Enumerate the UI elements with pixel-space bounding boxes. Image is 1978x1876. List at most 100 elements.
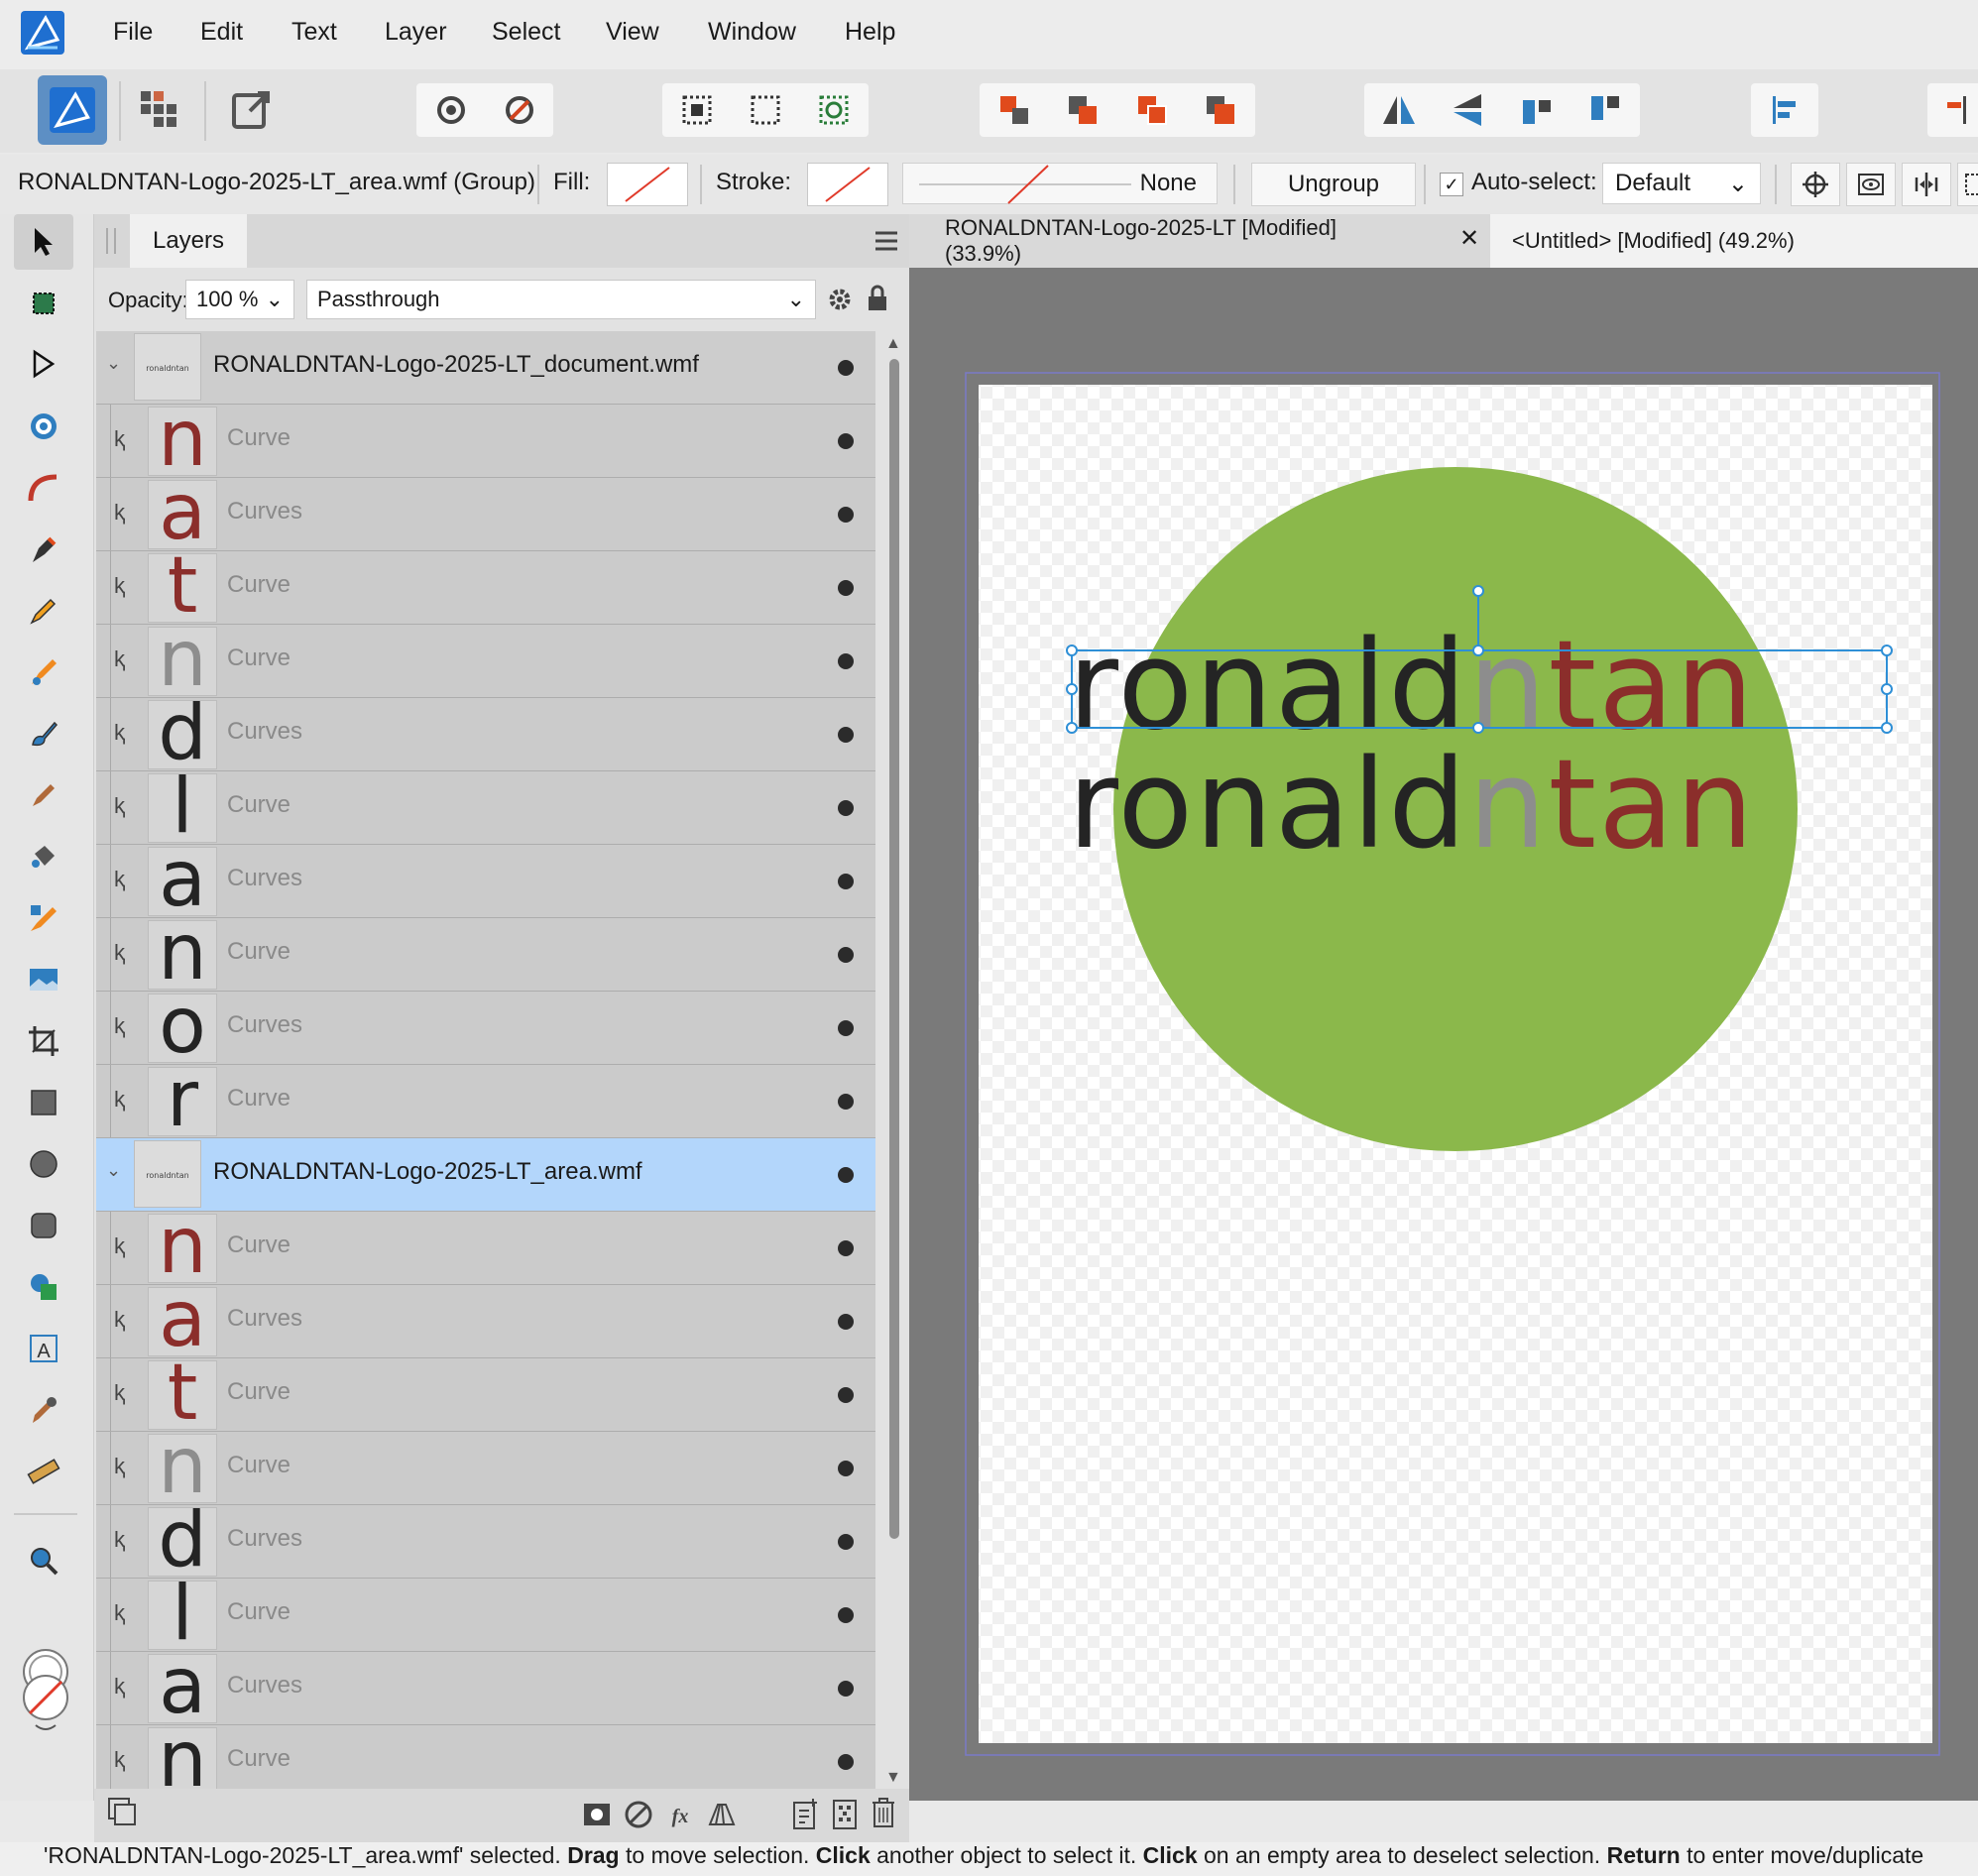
flip-vertical-button[interactable] bbox=[1434, 83, 1503, 137]
fill-brush-tool[interactable] bbox=[14, 767, 73, 823]
transparency-tool[interactable] bbox=[14, 890, 73, 946]
add-layer-button[interactable] bbox=[791, 1797, 821, 1830]
pixel-persona-button[interactable] bbox=[137, 87, 180, 131]
menu-text[interactable]: Text bbox=[291, 18, 337, 47]
scroll-down-icon[interactable]: ▼ bbox=[885, 1769, 901, 1787]
rotate-right-button[interactable] bbox=[1571, 83, 1641, 137]
menu-select[interactable]: Select bbox=[492, 18, 560, 47]
layer-duplicate-button[interactable] bbox=[105, 1795, 141, 1830]
pen-tool[interactable] bbox=[14, 522, 73, 577]
layer-row[interactable]: ⱪ d Curves bbox=[96, 1495, 875, 1584]
ellipse-tool[interactable] bbox=[14, 1136, 73, 1192]
visibility-dot-icon[interactable] bbox=[838, 1387, 854, 1403]
menu-file[interactable]: File bbox=[113, 18, 153, 47]
delete-layer-button[interactable] bbox=[869, 1795, 898, 1830]
layer-row[interactable]: ⱪ a Curves bbox=[96, 1642, 875, 1731]
snapping-settings-button[interactable] bbox=[416, 83, 485, 137]
move-tool[interactable] bbox=[14, 214, 73, 270]
visibility-dot-icon[interactable] bbox=[838, 874, 854, 889]
mask-button[interactable] bbox=[581, 1799, 613, 1830]
menu-layer[interactable]: Layer bbox=[385, 18, 447, 47]
expand-chevron-icon[interactable]: ⌄ bbox=[106, 1160, 121, 1181]
expand-chevron-icon[interactable]: ⌄ bbox=[106, 353, 121, 374]
layer-group-row[interactable]: ⌄ ronaldntan RONALDNTAN-Logo-2025-LT_area.… bbox=[96, 1138, 875, 1212]
document-canvas[interactable]: ronaldntan ronaldntan ◀ bbox=[909, 268, 1978, 1830]
visibility-dot-icon[interactable] bbox=[838, 433, 854, 449]
vector-brush-tool[interactable] bbox=[14, 645, 73, 700]
visibility-dot-icon[interactable] bbox=[838, 653, 854, 669]
stroke-swatch[interactable] bbox=[807, 163, 888, 206]
transform-origin-button[interactable] bbox=[1791, 163, 1840, 206]
shape-tool[interactable] bbox=[14, 1259, 73, 1315]
invert-selection-button[interactable] bbox=[800, 83, 869, 137]
rotate-left-button[interactable] bbox=[1502, 83, 1571, 137]
visibility-dot-icon[interactable] bbox=[838, 1607, 854, 1623]
layer-row[interactable]: ⱪ a Curves bbox=[96, 835, 875, 924]
move-to-front-button[interactable] bbox=[1187, 83, 1256, 137]
tab-document-2[interactable]: <Untitled> [Modified] (49.2%) bbox=[1490, 214, 1978, 268]
layer-row[interactable]: ⱪ l Curve bbox=[96, 762, 875, 851]
visibility-dot-icon[interactable] bbox=[838, 1094, 854, 1110]
designer-persona-button[interactable] bbox=[38, 75, 107, 145]
more-context-button[interactable] bbox=[1957, 163, 1978, 206]
alignment-handles-button[interactable] bbox=[1902, 163, 1951, 206]
tab-layers[interactable]: Layers bbox=[130, 214, 247, 268]
corner-tool[interactable] bbox=[14, 460, 73, 516]
place-image-tool[interactable] bbox=[14, 952, 73, 1007]
scroll-up-icon[interactable]: ▲ bbox=[885, 335, 901, 353]
visibility-dot-icon[interactable] bbox=[838, 580, 854, 596]
visibility-dot-icon[interactable] bbox=[838, 1461, 854, 1476]
node-tool[interactable] bbox=[14, 337, 73, 393]
layers-scrollbar[interactable]: ▲ ▼ bbox=[879, 331, 907, 1789]
visibility-dot-icon[interactable] bbox=[838, 800, 854, 816]
visibility-dot-icon[interactable] bbox=[838, 1754, 854, 1770]
tab-document-1[interactable]: RONALDNTAN-Logo-2025-LT [Modified] (33.9… bbox=[923, 214, 1415, 268]
visibility-dot-icon[interactable] bbox=[838, 947, 854, 963]
layer-row[interactable]: ⱪ n Curve bbox=[96, 1202, 875, 1291]
affinity-designer-app-icon[interactable] bbox=[20, 10, 65, 56]
layer-row[interactable]: ⱪ t Curve bbox=[96, 1348, 875, 1438]
menu-window[interactable]: Window bbox=[708, 18, 796, 47]
layer-row[interactable]: ⱪ n Curve bbox=[96, 1422, 875, 1511]
layer-row[interactable]: ⱪ d Curves bbox=[96, 688, 875, 777]
measure-tool[interactable] bbox=[14, 1444, 73, 1499]
align-left-button[interactable] bbox=[1751, 83, 1818, 137]
point-transform-tool[interactable] bbox=[14, 399, 73, 454]
auto-select-checkbox[interactable]: ✓ bbox=[1440, 173, 1463, 196]
visibility-dot-icon[interactable] bbox=[838, 1167, 854, 1183]
blend-mode-dropdown[interactable]: Passthrough ⌄ bbox=[306, 280, 816, 319]
select-all-button[interactable] bbox=[662, 83, 731, 137]
menu-help[interactable]: Help bbox=[845, 18, 895, 47]
menu-edit[interactable]: Edit bbox=[200, 18, 243, 47]
visibility-dot-icon[interactable] bbox=[838, 360, 854, 376]
move-back-one-button[interactable] bbox=[1049, 83, 1118, 137]
panel-grip-icon[interactable] bbox=[106, 228, 116, 254]
layer-row[interactable]: ⱪ r Curve bbox=[96, 1055, 875, 1144]
layer-row[interactable]: ⱪ n Curve bbox=[96, 908, 875, 997]
rectangle-tool[interactable] bbox=[14, 1075, 73, 1130]
opacity-dropdown[interactable]: 100 % ⌄ bbox=[185, 280, 294, 319]
scroll-thumb[interactable] bbox=[889, 359, 899, 1539]
live-filter-button[interactable] bbox=[706, 1799, 738, 1830]
layer-settings-button[interactable] bbox=[826, 286, 854, 313]
add-pixel-layer-button[interactable] bbox=[831, 1797, 861, 1830]
move-forward-one-button[interactable] bbox=[1117, 83, 1187, 137]
artistic-text-tool[interactable]: A bbox=[14, 1321, 73, 1376]
fx-button[interactable]: fx bbox=[664, 1799, 696, 1830]
menu-view[interactable]: View bbox=[606, 18, 659, 47]
move-to-back-button[interactable] bbox=[980, 83, 1049, 137]
close-tab-icon[interactable]: ✕ bbox=[1454, 224, 1484, 254]
layer-row[interactable]: ⱪ o Curves bbox=[96, 982, 875, 1071]
fill-swatch[interactable] bbox=[607, 163, 688, 206]
crop-tool[interactable] bbox=[14, 1013, 73, 1069]
show-bounds-button[interactable] bbox=[1846, 163, 1896, 206]
visibility-dot-icon[interactable] bbox=[838, 727, 854, 743]
canvas-area[interactable]: ronaldntan ronaldntan ◀ bbox=[909, 268, 1978, 1830]
visibility-dot-icon[interactable] bbox=[838, 1681, 854, 1697]
rounded-rectangle-tool[interactable] bbox=[14, 1198, 73, 1253]
deselect-button[interactable] bbox=[731, 83, 799, 137]
ungroup-button[interactable]: Ungroup bbox=[1251, 163, 1416, 206]
visibility-dot-icon[interactable] bbox=[838, 1020, 854, 1036]
adjustment-button[interactable] bbox=[623, 1799, 654, 1830]
layer-row[interactable]: ⱪ a Curves bbox=[96, 1275, 875, 1364]
